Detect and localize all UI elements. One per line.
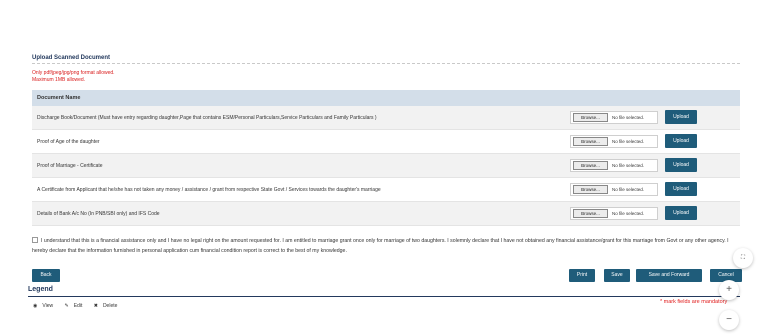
- file-input[interactable]: Browse... No file selected.: [570, 207, 658, 220]
- save-and-forward-button[interactable]: Save and Forward: [636, 269, 702, 282]
- size-note: Maximum 1MB allowed.: [32, 77, 86, 83]
- fullscreen-icon[interactable]: ⛶: [733, 248, 753, 268]
- table-row: A Certificate from Applicant that he/she…: [32, 178, 740, 202]
- print-button[interactable]: Print: [569, 269, 595, 282]
- edit-icon: ✎: [64, 303, 69, 309]
- document-name: A Certificate from Applicant that he/she…: [37, 187, 381, 193]
- legend-divider: [28, 296, 740, 297]
- file-status: No file selected.: [612, 115, 645, 120]
- browse-button[interactable]: Browse...: [573, 185, 608, 194]
- table-header: Document Name: [32, 90, 740, 106]
- file-status: No file selected.: [612, 163, 645, 168]
- table-row: Proof of Marriage - Certificate Browse..…: [32, 154, 740, 178]
- upload-button[interactable]: Upload: [665, 182, 697, 196]
- back-button[interactable]: Back: [32, 269, 60, 282]
- upload-button[interactable]: Upload: [665, 134, 697, 148]
- browse-button[interactable]: Browse...: [573, 209, 608, 218]
- plus-icon[interactable]: +: [719, 280, 739, 300]
- browse-button[interactable]: Browse...: [573, 137, 608, 146]
- legend-items: ◉ View ✎ Edit ✖ Delete: [33, 303, 127, 309]
- document-name: Details of Bank A/c No (In PNB/SBI only)…: [37, 211, 160, 217]
- upload-button[interactable]: Upload: [665, 158, 697, 172]
- file-input[interactable]: Browse... No file selected.: [570, 111, 658, 124]
- minus-icon[interactable]: −: [719, 310, 739, 330]
- declaration-text: I understand that this is a financial as…: [32, 238, 729, 254]
- table-row: Details of Bank A/c No (In PNB/SBI only)…: [32, 202, 740, 226]
- upload-panel: Upload Scanned Document Only pdf/jpeg/jp…: [32, 52, 740, 84]
- mandatory-note: * mark fields are mandatory: [660, 299, 728, 305]
- legend-view: ◉ View: [33, 303, 54, 309]
- file-status: No file selected.: [612, 187, 645, 192]
- document-name: Proof of Marriage - Certificate: [37, 163, 103, 169]
- table-row: Discharge Book/Document (Must have entry…: [32, 106, 740, 130]
- eye-icon: ◉: [33, 303, 38, 309]
- upload-button[interactable]: Upload: [665, 206, 697, 220]
- declaration: I understand that this is a financial as…: [32, 236, 738, 256]
- document-name: Discharge Book/Document (Must have entry…: [37, 115, 377, 121]
- panel-title: Upload Scanned Document: [32, 52, 740, 64]
- legend-delete: ✖ Delete: [93, 303, 118, 309]
- legend-title: Legend: [28, 286, 53, 293]
- browse-button[interactable]: Browse...: [573, 113, 608, 122]
- browse-button[interactable]: Browse...: [573, 161, 608, 170]
- upload-button[interactable]: Upload: [665, 110, 697, 124]
- file-input[interactable]: Browse... No file selected.: [570, 183, 658, 196]
- file-status: No file selected.: [612, 139, 645, 144]
- file-status: No file selected.: [612, 211, 645, 216]
- delete-icon: ✖: [93, 303, 98, 309]
- file-input[interactable]: Browse... No file selected.: [570, 135, 658, 148]
- declaration-checkbox[interactable]: [32, 237, 38, 243]
- save-button[interactable]: Save: [604, 269, 630, 282]
- document-table: Document Name Discharge Book/Document (M…: [32, 90, 740, 226]
- document-name: Proof of Age of the daughter: [37, 139, 100, 145]
- format-note: Only pdf/jpeg/jpg/png format allowed.: [32, 70, 115, 76]
- table-row: Proof of Age of the daughter Browse... N…: [32, 130, 740, 154]
- file-input[interactable]: Browse... No file selected.: [570, 159, 658, 172]
- legend-edit: ✎ Edit: [64, 303, 83, 309]
